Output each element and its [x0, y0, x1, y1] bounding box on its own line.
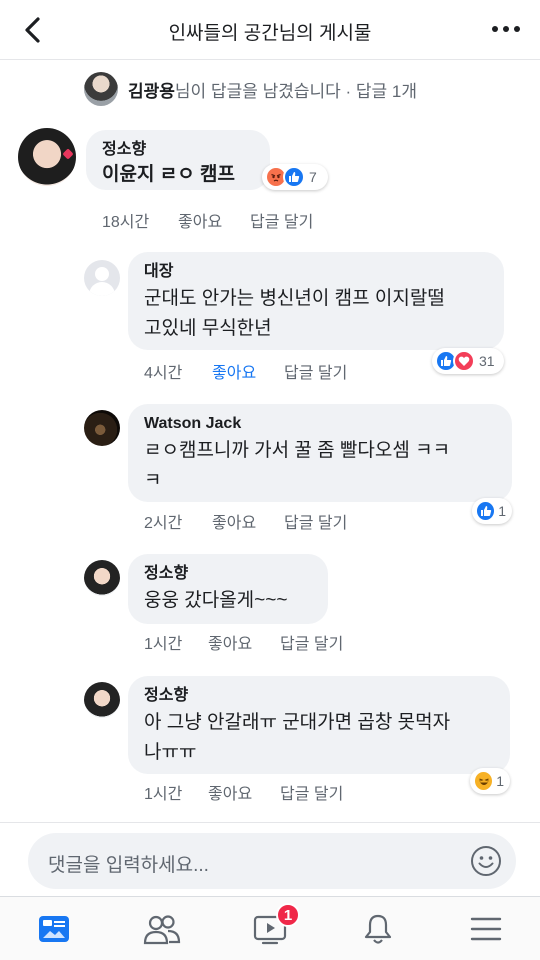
haha-reaction-icon [473, 770, 495, 792]
comment-bubble[interactable]: Watson Jack ㄹㅇ캠프니까 가서 꿀 좀 빨다오셈 ㅋㅋ ㅋ [128, 404, 512, 502]
friends-icon [143, 914, 181, 944]
comment-bubble[interactable]: 정소향 이윤지 ㄹㅇ 캠프 [86, 130, 270, 190]
comment-author[interactable]: Watson Jack [144, 414, 496, 434]
reaction-count: 1 [498, 503, 506, 519]
reply-button[interactable]: 답글 달기 [284, 509, 347, 533]
tab-news-feed[interactable] [0, 897, 108, 960]
reaction-summary[interactable]: 7 [262, 164, 328, 190]
like-button[interactable]: 좋아요 [212, 359, 284, 383]
like-reaction-icon [283, 166, 305, 188]
comment-time: 18시간 [102, 214, 150, 231]
hamburger-menu-icon [470, 917, 502, 940]
tab-menu[interactable] [432, 897, 540, 960]
comment-meta: 18시간 좋아요 답글 달기 [102, 208, 313, 232]
tab-watch[interactable]: 1 [216, 897, 324, 960]
tab-friends[interactable] [108, 897, 216, 960]
emoji-icon[interactable] [470, 845, 502, 877]
comment-meta: 1시간 좋아요 답글 달기 [144, 780, 343, 804]
comment-text-line: 고있네 무식한년 [144, 318, 272, 339]
comment-text-line: 아 그냥 안갈래ㅠ 군대가면 곱창 못먹자 [144, 712, 451, 733]
comment-text-line: 군대도 안가는 병신년이 캠프 이지랄떨 [144, 288, 445, 309]
comment-time: 2시간 [144, 515, 183, 532]
comment-text: 이윤지 ㄹㅇ 캠프 [102, 164, 235, 185]
comment-text-line: ㄹㅇ캠프니까 가서 꿀 좀 빨다오셈 ㅋㅋ [144, 440, 451, 461]
comment-time: 1시간 [144, 636, 183, 653]
notification-badge: 1 [276, 903, 300, 927]
reply-summary-text: 님이 답글을 남겼습니다 · 답글 1개 [174, 81, 417, 101]
reaction-count: 31 [479, 353, 495, 369]
comment-meta: 1시간 좋아요 답글 달기 [144, 630, 343, 654]
page-title: 인싸들의 공간님의 게시물 [168, 23, 372, 44]
news-feed-icon [39, 915, 69, 942]
comment-bubble[interactable]: 정소향 웅웅 갔다올게~~~ [128, 554, 328, 624]
like-button[interactable]: 좋아요 [208, 780, 280, 804]
reply-button[interactable]: 답글 달기 [280, 630, 343, 654]
comment-meta: 4시간 좋아요 답글 달기 [144, 359, 347, 383]
reply-summary[interactable]: 김광용 님이 답글을 남겼습니다 · 답글 1개 [84, 72, 417, 106]
comment-author[interactable]: 정소향 [102, 140, 254, 160]
like-button[interactable]: 좋아요 [212, 509, 284, 533]
more-options-icon[interactable] [492, 26, 520, 34]
comment-time: 1시간 [144, 786, 183, 803]
reaction-summary[interactable]: 1 [470, 768, 510, 794]
like-reaction-icon [475, 500, 497, 522]
comment-bubble[interactable]: 대장 군대도 안가는 병신년이 캠프 이지랄떨 고있네 무식한년 [128, 252, 504, 350]
reaction-summary[interactable]: 1 [472, 498, 512, 524]
comment-composer-bar: 댓글을 입력하세요... [0, 822, 540, 896]
like-button[interactable]: 좋아요 [178, 208, 250, 232]
reply-button[interactable]: 답글 달기 [280, 780, 343, 804]
reply-button[interactable]: 답글 달기 [250, 208, 313, 232]
comment-text-line: ㅋ [144, 470, 162, 491]
bottom-navigation: 1 [0, 896, 540, 960]
reply-author: 김광용 [128, 81, 175, 101]
love-reaction-icon [453, 350, 475, 372]
comment-text: 웅웅 갔다올게~~~ [144, 590, 288, 611]
reaction-count: 1 [496, 773, 504, 789]
comment-author[interactable]: 정소향 [144, 686, 494, 706]
comment-input[interactable]: 댓글을 입력하세요... [28, 833, 516, 889]
reaction-count: 7 [309, 169, 317, 185]
avatar[interactable] [84, 682, 120, 718]
comment-meta: 2시간 좋아요 답글 달기 [144, 509, 347, 533]
comment-text-line: 나ㅠㅠ [144, 742, 197, 763]
reaction-summary[interactable]: 31 [432, 348, 504, 374]
bell-icon [364, 914, 392, 944]
avatar[interactable] [84, 560, 120, 596]
comment-input-placeholder: 댓글을 입력하세요... [48, 855, 209, 876]
top-bar: 인싸들의 공간님의 게시물 [0, 0, 540, 60]
comment-author[interactable]: 대장 [144, 262, 488, 282]
like-button[interactable]: 좋아요 [208, 630, 280, 654]
avatar [84, 72, 118, 106]
comment-bubble[interactable]: 정소향 아 그냥 안갈래ㅠ 군대가면 곱창 못먹자 나ㅠㅠ [128, 676, 510, 774]
reply-button[interactable]: 답글 달기 [284, 359, 347, 383]
tab-notifications[interactable] [324, 897, 432, 960]
comment-time: 4시간 [144, 365, 183, 382]
avatar[interactable] [84, 410, 120, 446]
comment-author[interactable]: 정소향 [144, 564, 312, 584]
avatar[interactable] [84, 260, 120, 296]
